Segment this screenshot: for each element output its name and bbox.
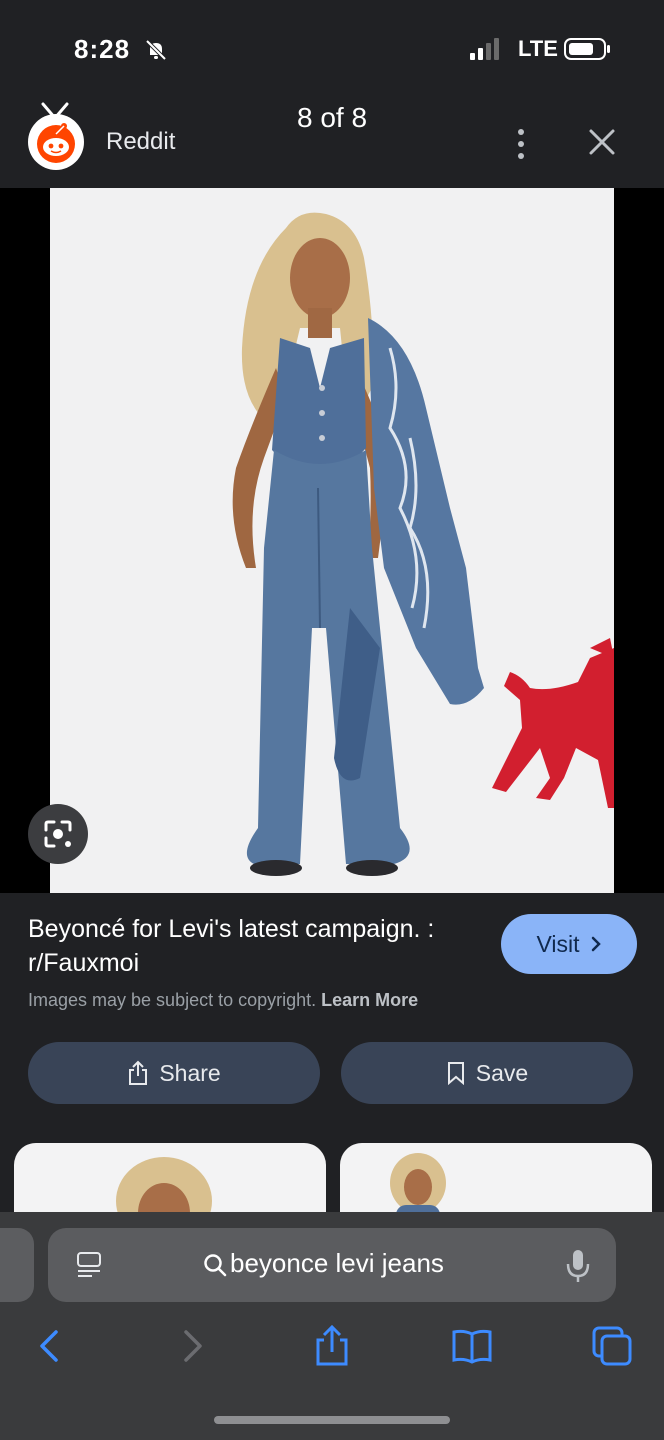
share-label: Share — [159, 1059, 221, 1086]
share-button[interactable]: Share — [28, 1042, 320, 1104]
address-bar[interactable]: beyonce levi jeans — [48, 1228, 616, 1302]
bookmark-icon — [447, 1062, 464, 1085]
chevron-right-icon — [591, 936, 601, 952]
search-icon — [204, 1254, 227, 1277]
back-icon[interactable] — [28, 1324, 72, 1368]
copyright-text: Images may be subject to copyright. — [28, 990, 317, 1010]
visit-label: Visit — [536, 930, 580, 957]
close-icon[interactable] — [586, 126, 618, 158]
status-bar: 8:28 LTE — [0, 0, 664, 96]
save-label: Save — [475, 1059, 529, 1086]
visit-button[interactable]: Visit — [501, 914, 637, 974]
share-icon[interactable] — [310, 1324, 354, 1368]
viewer-header: Reddit 8 of 8 — [0, 96, 664, 188]
previous-tab[interactable] — [0, 1228, 34, 1302]
main-photo[interactable] — [50, 188, 614, 893]
home-indicator[interactable] — [214, 1416, 450, 1424]
lens-icon — [44, 820, 72, 848]
forward-icon[interactable] — [170, 1324, 214, 1368]
google-lens-button[interactable] — [28, 804, 88, 864]
mic-icon[interactable] — [564, 1248, 592, 1284]
browser-bottom-bar: beyonce levi jeans — [0, 1212, 664, 1440]
share-icon — [129, 1060, 148, 1085]
image-counter: 8 of 8 — [296, 102, 368, 133]
reader-icon[interactable] — [74, 1250, 104, 1280]
result-title[interactable]: Beyoncé for Levi's latest campaign. : r/… — [28, 912, 468, 980]
bell-off-icon — [145, 39, 167, 61]
search-query: beyonce levi jeans — [230, 1248, 444, 1278]
signal-icon — [470, 38, 499, 60]
network-label: LTE — [518, 36, 558, 61]
tabs-icon[interactable] — [590, 1324, 634, 1368]
status-time: 8:28 — [74, 34, 131, 64]
more-vert-icon[interactable] — [506, 126, 536, 162]
save-button[interactable]: Save — [341, 1042, 633, 1104]
image-preview — [0, 188, 664, 893]
battery-icon — [564, 38, 610, 60]
bookmarks-icon[interactable] — [450, 1324, 494, 1368]
learn-more-link[interactable]: Learn More — [321, 990, 418, 1010]
copyright-notice: Images may be subject to copyright. Lear… — [28, 990, 418, 1011]
